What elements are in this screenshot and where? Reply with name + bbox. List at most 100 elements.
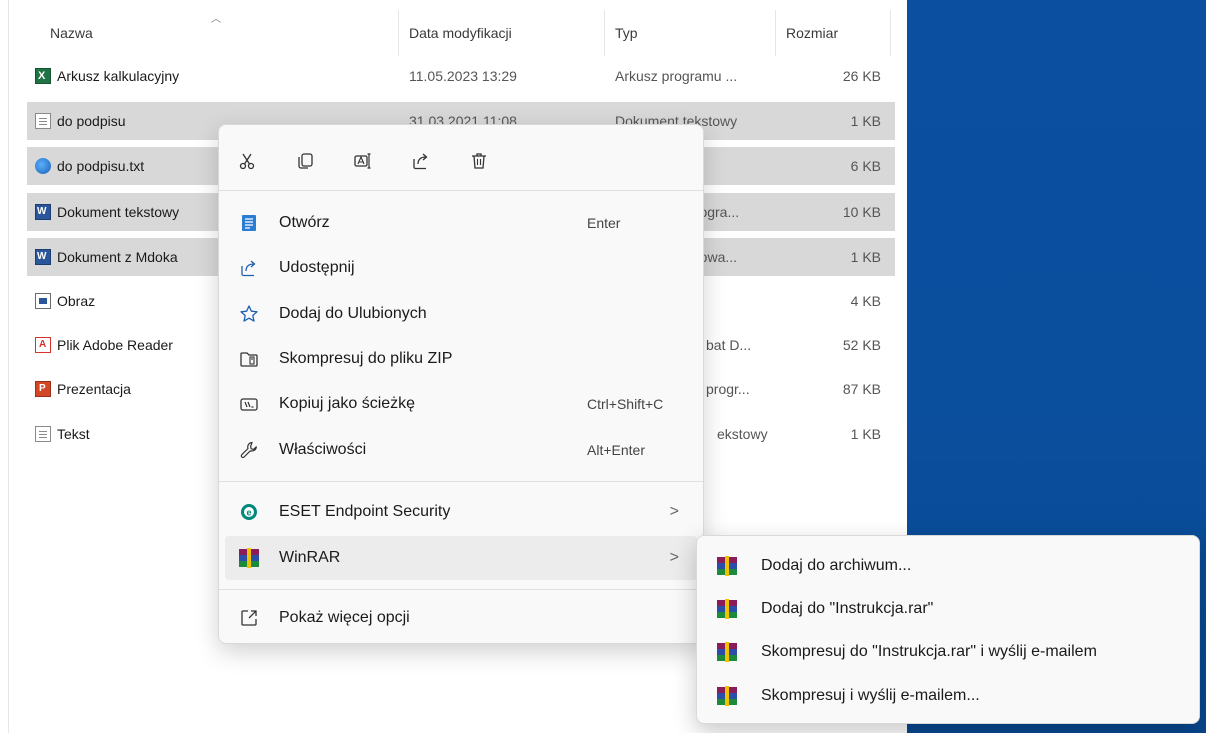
wrench-icon [240,441,257,459]
menu-item-label: Dodaj do Ulubionych [279,305,427,322]
share-icon [413,153,428,170]
menu-item-label: Właściwości [279,441,367,458]
file-row[interactable]: Arkusz kalkulacyjny 11.05.2023 13:29 Ark… [27,57,895,95]
zip-icon [240,352,258,367]
word-icon [35,204,51,221]
submenu-item-compress-named-email[interactable]: Skompresuj do "Instrukcja.rar" i wyślij … [703,630,1193,674]
file-name-text: Plik Adobe Reader [57,337,173,353]
menu-item-compress-zip[interactable]: Skompresuj do pliku ZIP [225,337,697,381]
file-name: Obraz [35,282,235,320]
file-size: 4 KB [850,293,881,309]
file-name: do podpisu.txt [35,147,235,185]
column-date[interactable]: Data modyfikacji [399,10,604,56]
menu-item-label: Skompresuj do pliku ZIP [279,350,453,367]
winrar-icon [717,686,737,706]
file-size: 10 KB [842,204,881,220]
menu-item-share[interactable]: Udostępnij [225,246,697,290]
file-name-text: Dokument tekstowy [57,204,180,220]
rename-button[interactable] [349,147,377,175]
file-name: Dokument z Mdoka [35,238,235,276]
file-name: Plik Adobe Reader [35,326,235,364]
eset-icon: e [241,504,257,520]
file-type: bat D... [706,337,752,353]
file-size: 1 KB [850,426,881,442]
file-name: do podpisu [35,102,235,140]
menu-item-eset[interactable]: e ESET Endpoint Security > [225,490,697,534]
copy-button[interactable] [291,147,319,175]
column-name-label: Nazwa [50,25,93,41]
copy-icon [298,153,313,169]
column-type[interactable]: Typ [605,10,775,56]
menu-item-copy-path[interactable]: Kopiuj jako ścieżkę Ctrl+Shift+C [225,382,697,426]
rename-icon [354,153,371,169]
column-date-label: Data modyfikacji [409,25,512,41]
copy-path-icon [240,398,258,411]
file-size: 1 KB [850,249,881,265]
column-header: Nazwa ︿ Data modyfikacji Typ Rozmiar [0,10,895,56]
powerpoint-icon [35,381,51,398]
delete-icon [472,153,486,169]
menu-item-label: WinRAR [279,549,341,566]
pdf-icon [35,337,51,354]
submenu-item-add-to-archive[interactable]: Dodaj do archiwum... [703,544,1193,588]
menu-item-add-favorites[interactable]: Dodaj do Ulubionych [225,292,697,336]
web-text-icon [35,158,51,175]
menu-item-label: Pokaż więcej opcji [279,609,410,626]
column-size[interactable]: Rozmiar [776,10,888,56]
show-more-icon [241,610,257,626]
share-icon [241,260,256,277]
image-icon [35,293,51,310]
share-button[interactable] [407,147,435,175]
menu-item-open[interactable]: Otwórz Enter [225,201,697,245]
pane-edge [8,0,9,733]
chevron-right-icon: > [669,503,679,520]
file-type: ekstowy [717,426,768,442]
file-name-text: do podpisu [57,113,126,129]
column-divider[interactable] [890,10,891,56]
file-type: progr... [706,381,750,397]
winrar-icon [239,548,259,568]
file-size: 26 KB [842,68,881,84]
submenu-item-add-to-named-archive[interactable]: Dodaj do "Instrukcja.rar" [703,587,1193,631]
file-name: Prezentacja [35,370,235,408]
file-size: 6 KB [850,158,881,174]
column-size-label: Rozmiar [786,25,839,41]
open-icon [242,215,256,231]
menu-item-properties[interactable]: Właściwości Alt+Enter [225,428,697,472]
file-size: 1 KB [850,113,881,129]
star-icon [240,305,258,322]
winrar-icon [717,642,737,662]
chevron-right-icon: > [669,549,679,566]
menu-separator [219,589,703,590]
column-type-label: Typ [615,25,638,41]
winrar-icon [717,556,737,576]
file-type: Arkusz programu ... [615,68,738,84]
file-name: Dokument tekstowy [35,193,235,231]
file-name-text: Obraz [57,293,96,309]
submenu-item-label: Dodaj do "Instrukcja.rar" [761,600,934,617]
file-name-text: Arkusz kalkulacyjny [57,68,180,84]
winrar-submenu: Dodaj do archiwum... Dodaj do "Instrukcj… [696,535,1200,724]
menu-item-winrar[interactable]: WinRAR > [225,536,697,580]
file-size: 87 KB [842,381,881,397]
word-icon [35,249,51,266]
excel-icon [35,68,51,85]
submenu-item-label: Dodaj do archiwum... [761,557,912,574]
file-date: 11.05.2023 13:29 [409,68,517,84]
delete-button[interactable] [465,147,493,175]
menu-item-shortcut: Enter [587,215,621,231]
svg-text:e: e [246,508,251,518]
menu-item-label: Otwórz [279,214,330,231]
text-document-icon [35,113,51,130]
submenu-item-label: Skompresuj i wyślij e-mailem... [761,687,980,704]
cut-button[interactable] [233,147,261,175]
text-document-icon [35,426,51,443]
menu-item-show-more-options[interactable]: Pokaż więcej opcji [225,596,697,640]
file-name-text: Tekst [57,426,90,442]
file-name: Arkusz kalkulacyjny [35,57,235,95]
sort-ascending-icon: ︿ [211,14,221,25]
file-name-text: Dokument z Mdoka [57,249,178,265]
menu-separator [219,481,703,482]
menu-item-label: Udostępnij [279,259,355,276]
submenu-item-compress-email[interactable]: Skompresuj i wyślij e-mailem... [703,674,1193,718]
